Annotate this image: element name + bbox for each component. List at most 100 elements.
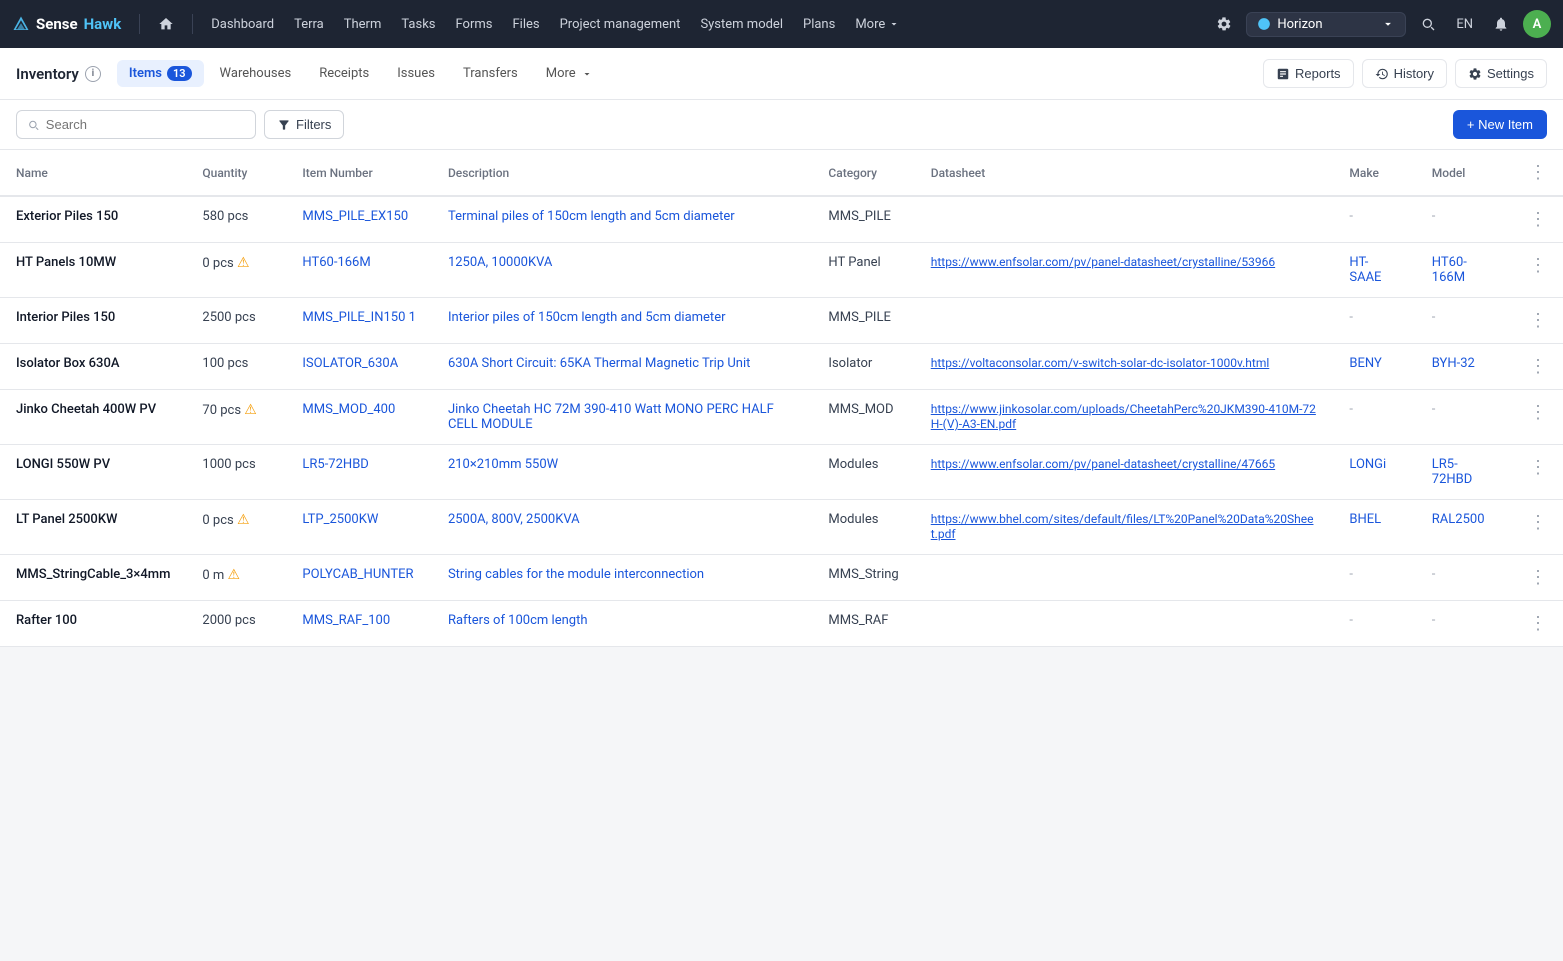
make-value[interactable]: BHEL xyxy=(1349,512,1381,527)
description-value[interactable]: 2500A, 800V, 2500KVA xyxy=(448,512,580,527)
model-value[interactable]: HT60-166M xyxy=(1432,255,1467,285)
nav-more[interactable]: More xyxy=(847,13,908,36)
search-box-icon xyxy=(27,118,40,132)
description-value[interactable]: String cables for the module interconnec… xyxy=(448,567,704,582)
description-value[interactable]: Jinko Cheetah HC 72M 390-410 Watt MONO P… xyxy=(448,402,774,432)
column-options-icon[interactable]: ⋮ xyxy=(1529,162,1547,183)
tab-transfers[interactable]: Transfers xyxy=(451,60,530,87)
avatar[interactable]: A xyxy=(1523,10,1551,38)
description-value[interactable]: Rafters of 100cm length xyxy=(448,613,588,628)
tab-items[interactable]: Items 13 xyxy=(117,60,204,87)
tab-more[interactable]: More xyxy=(534,60,605,87)
nav-terra[interactable]: Terra xyxy=(286,13,332,36)
cell-row-actions[interactable]: ⋮ xyxy=(1513,298,1563,344)
nav-plans[interactable]: Plans xyxy=(795,13,843,36)
cell-row-actions[interactable]: ⋮ xyxy=(1513,500,1563,555)
cell-item-number[interactable]: MMS_RAF_100 xyxy=(286,601,432,647)
tab-warehouses[interactable]: Warehouses xyxy=(208,60,304,87)
datasheet-link[interactable]: https://www.enfsolar.com/pv/panel-datash… xyxy=(931,457,1275,471)
row-options-icon[interactable]: ⋮ xyxy=(1529,356,1547,377)
cell-item-number[interactable]: MMS_PILE_IN150 1 xyxy=(286,298,432,344)
row-options-icon[interactable]: ⋮ xyxy=(1529,512,1547,533)
nav-forms[interactable]: Forms xyxy=(448,13,501,36)
model-value[interactable]: LR5-72HBD xyxy=(1432,457,1473,487)
cell-item-number[interactable]: MMS_PILE_EX150 xyxy=(286,196,432,243)
cell-name[interactable]: Rafter 100 xyxy=(0,601,186,647)
row-options-icon[interactable]: ⋮ xyxy=(1529,255,1547,276)
description-value[interactable]: 630A Short Circuit: 65KA Thermal Magneti… xyxy=(448,356,750,371)
datasheet-link[interactable]: https://www.bhel.com/sites/default/files… xyxy=(931,512,1314,541)
cell-row-actions[interactable]: ⋮ xyxy=(1513,445,1563,500)
logo[interactable]: SenseHawk xyxy=(12,15,121,33)
nav-divider2 xyxy=(192,14,193,34)
cell-name[interactable]: Interior Piles 150 xyxy=(0,298,186,344)
row-options-icon[interactable]: ⋮ xyxy=(1529,613,1547,634)
settings-button[interactable] xyxy=(1208,8,1240,40)
filters-button[interactable]: Filters xyxy=(264,110,344,139)
search-button[interactable] xyxy=(1412,8,1444,40)
description-value[interactable]: Interior piles of 150cm length and 5cm d… xyxy=(448,310,726,325)
datasheet-link[interactable]: https://www.jinkosolar.com/uploads/Cheet… xyxy=(931,402,1316,431)
cell-item-number[interactable]: ISOLATOR_630A xyxy=(286,344,432,390)
cell-category: MMS_MOD xyxy=(812,390,914,445)
tab-receipts[interactable]: Receipts xyxy=(307,60,381,87)
description-value[interactable]: Terminal piles of 150cm length and 5cm d… xyxy=(448,209,735,224)
row-options-icon[interactable]: ⋮ xyxy=(1529,457,1547,478)
row-options-icon[interactable]: ⋮ xyxy=(1529,567,1547,588)
row-options-icon[interactable]: ⋮ xyxy=(1529,402,1547,423)
row-options-icon[interactable]: ⋮ xyxy=(1529,209,1547,230)
tab-issues[interactable]: Issues xyxy=(385,60,447,87)
cell-name[interactable]: Exterior Piles 150 xyxy=(0,196,186,243)
row-options-icon[interactable]: ⋮ xyxy=(1529,310,1547,331)
cell-item-number[interactable]: LTP_2500KW xyxy=(286,500,432,555)
model-value[interactable]: RAL2500 xyxy=(1432,512,1485,527)
cell-name[interactable]: LONGI 550W PV xyxy=(0,445,186,500)
project-selector[interactable]: Horizon xyxy=(1246,12,1406,37)
inventory-info-icon[interactable]: i xyxy=(85,66,101,82)
nav-files[interactable]: Files xyxy=(504,13,547,36)
make-value[interactable]: HT-SAAE xyxy=(1349,255,1381,285)
search-box[interactable] xyxy=(16,110,256,139)
nav-dashboard[interactable]: Dashboard xyxy=(203,13,282,36)
language-selector[interactable]: EN xyxy=(1450,13,1479,36)
cell-row-actions[interactable]: ⋮ xyxy=(1513,243,1563,298)
nav-therm[interactable]: Therm xyxy=(336,13,390,36)
cell-item-number[interactable]: HT60-166M xyxy=(286,243,432,298)
notifications-button[interactable] xyxy=(1485,8,1517,40)
datasheet-link[interactable]: https://www.enfsolar.com/pv/panel-datash… xyxy=(931,255,1275,269)
settings-inv-button[interactable]: Settings xyxy=(1455,59,1547,88)
nav-project-management[interactable]: Project management xyxy=(552,13,689,36)
cell-item-number[interactable]: MMS_MOD_400 xyxy=(286,390,432,445)
model-dash: - xyxy=(1432,567,1436,582)
nav-system-model[interactable]: System model xyxy=(692,13,791,36)
cell-row-actions[interactable]: ⋮ xyxy=(1513,555,1563,601)
history-button[interactable]: History xyxy=(1362,59,1447,88)
nav-tasks[interactable]: Tasks xyxy=(393,13,443,36)
search-input[interactable] xyxy=(46,117,245,132)
description-value[interactable]: 1250A, 10000KVA xyxy=(448,255,552,270)
cell-name[interactable]: Jinko Cheetah 400W PV xyxy=(0,390,186,445)
cell-name[interactable]: HT Panels 10MW xyxy=(0,243,186,298)
cell-row-actions[interactable]: ⋮ xyxy=(1513,601,1563,647)
gear-icon xyxy=(1216,16,1232,32)
cell-row-actions[interactable]: ⋮ xyxy=(1513,390,1563,445)
cell-row-actions[interactable]: ⋮ xyxy=(1513,196,1563,243)
make-dash: - xyxy=(1349,613,1353,628)
cell-quantity: 580 pcs xyxy=(186,196,286,243)
cell-description: 2500A, 800V, 2500KVA xyxy=(432,500,812,555)
cell-name[interactable]: MMS_StringCable_3×4mm xyxy=(0,555,186,601)
model-value[interactable]: BYH-32 xyxy=(1432,356,1475,371)
new-item-button[interactable]: + New Item xyxy=(1453,110,1547,139)
cell-item-number[interactable]: POLYCAB_HUNTER xyxy=(286,555,432,601)
make-value[interactable]: BENY xyxy=(1349,356,1381,371)
cell-name[interactable]: Isolator Box 630A xyxy=(0,344,186,390)
description-value[interactable]: 210×210mm 550W xyxy=(448,457,558,472)
reports-button[interactable]: Reports xyxy=(1263,59,1354,88)
col-category: Category xyxy=(812,150,914,196)
cell-item-number[interactable]: LR5-72HBD xyxy=(286,445,432,500)
cell-name[interactable]: LT Panel 2500KW xyxy=(0,500,186,555)
home-button[interactable] xyxy=(150,8,182,40)
datasheet-link[interactable]: https://voltaconsolar.com/v-switch-solar… xyxy=(931,356,1270,370)
make-value[interactable]: LONGi xyxy=(1349,457,1386,472)
cell-row-actions[interactable]: ⋮ xyxy=(1513,344,1563,390)
